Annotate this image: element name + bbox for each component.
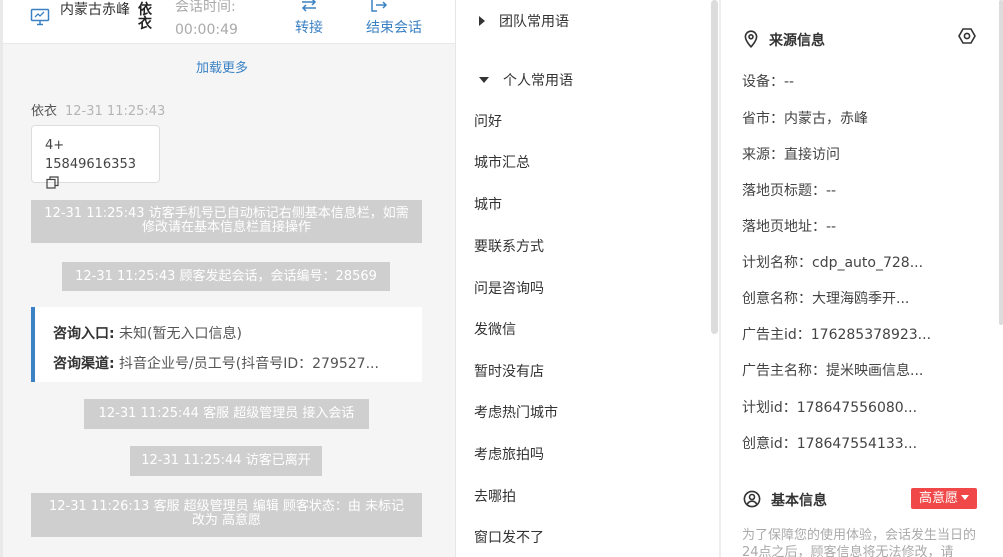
message-meta: 依衣 12-31 11:25:43	[31, 100, 165, 119]
copy-icon[interactable]	[46, 176, 59, 195]
phrase-panel: 团队常用语 个人常用语 问好 城市汇总 城市 要联系方式 问是咨询吗 发微信 暂…	[456, 0, 719, 557]
exit-icon	[359, 0, 429, 17]
phrase-group-team[interactable]: 团队常用语	[479, 11, 569, 31]
phrase-item[interactable]: 问是咨询吗	[474, 278, 544, 298]
transfer-icon	[289, 0, 329, 17]
phrase-item[interactable]: 考虑热门城市	[474, 402, 558, 422]
system-message: 12-31 11:25:44 客服 超级管理员 接入会话	[84, 399, 369, 429]
chat-header: 内蒙古赤峰 依衣 会话时间: 00:00:49 转接 结束会话	[3, 0, 455, 44]
phrase-item[interactable]: 城市	[474, 194, 502, 214]
visitor-message-bubble: 4+ 15849616353	[31, 125, 160, 189]
phrase-item[interactable]: 发微信	[474, 319, 516, 339]
phrase-group-personal[interactable]: 个人常用语	[479, 70, 573, 90]
source-field: 广告主id：176285378923...	[742, 327, 932, 343]
info-panel: 来源信息 设备：-- 省市：内蒙古，赤峰 来源：直接访问 落地页标题：-- 落地…	[721, 0, 1003, 557]
end-session-label: 结束会话	[366, 20, 422, 36]
visitor-name: 依衣	[138, 2, 152, 32]
source-field: 创意名称：大理海鸥季开...	[742, 291, 910, 307]
source-field: 创意id：178647554133...	[742, 436, 918, 452]
phrase-scrollbar[interactable]	[711, 0, 718, 334]
consult-info-card: 咨询入口: 未知(暂无入口信息) 咨询渠道: 抖音企业号/员工号(抖音号ID：2…	[31, 307, 422, 382]
chat-workspace: 内蒙古赤峰 依衣 会话时间: 00:00:49 转接 结束会话 加载更多 依衣 1…	[0, 0, 1003, 557]
session-time-value: 00:00:49	[175, 22, 238, 38]
phrase-group-label: 个人常用语	[503, 73, 573, 89]
phrase-item[interactable]: 暂时没有店	[474, 361, 544, 381]
source-field: 设备：--	[742, 74, 795, 90]
message-time: 12-31 11:25:43	[65, 104, 166, 119]
caret-right-icon	[479, 16, 485, 26]
info-scrollbar[interactable]	[999, 0, 1003, 325]
intent-status-dropdown[interactable]: 高意愿	[911, 488, 977, 509]
phrase-item[interactable]: 去哪拍	[474, 486, 516, 506]
source-field: 落地页地址：--	[742, 219, 837, 235]
source-field: 来源：直接访问	[742, 147, 840, 163]
intent-status-label: 高意愿	[918, 491, 958, 506]
chat-panel-edge	[0, 0, 3, 557]
basic-info-title: 基本信息	[743, 490, 827, 510]
chat-panel: 内蒙古赤峰 依衣 会话时间: 00:00:49 转接 结束会话 加载更多 依衣 1…	[0, 0, 456, 557]
settings-icon[interactable]	[957, 26, 977, 46]
consult-channel-value: 抖音企业号/员工号(抖音号ID：279527...	[114, 356, 379, 372]
system-message: 12-31 11:25:43 顾客发起会话，会话编号：28569	[62, 262, 390, 291]
session-time-label: 会话时间:	[175, 0, 236, 15]
message-phone: 15849616353	[45, 157, 136, 172]
monitor-icon	[30, 8, 50, 26]
load-more-link[interactable]: 加载更多	[196, 57, 248, 76]
caret-down-icon	[479, 77, 489, 83]
phrase-item[interactable]: 要联系方式	[474, 236, 544, 256]
system-message: 12-31 11:26:13 客服 超级管理员 编辑 顾客状态：由 未标记 改为…	[31, 493, 422, 537]
source-field: 计划id：178647556080...	[742, 400, 918, 416]
caret-down-icon	[961, 495, 969, 500]
source-field: 广告主名称：提米映画信息...	[742, 363, 924, 379]
phrase-item[interactable]: 问好	[474, 111, 502, 131]
phrase-group-label: 团队常用语	[499, 14, 569, 30]
edit-notice: 为了保障您的使用体验，会话发生当日的24点之后，顾客信息将无法修改，请	[742, 528, 977, 557]
transfer-button[interactable]: 转接	[289, 0, 329, 37]
consult-channel-label: 咨询渠道:	[53, 356, 115, 372]
phrase-item[interactable]: 考虑旅拍吗	[474, 444, 544, 464]
source-field: 计划名称：cdp_auto_728...	[742, 255, 924, 271]
user-circle-icon	[743, 490, 761, 508]
source-info-label: 来源信息	[769, 33, 825, 49]
transfer-label: 转接	[295, 20, 323, 36]
basic-info-label: 基本信息	[771, 493, 827, 509]
system-message: 12-31 11:25:43 访客手机号已自动标记右侧基本信息栏，如需修改请在基…	[31, 200, 422, 243]
phrase-item[interactable]: 城市汇总	[474, 152, 530, 172]
system-message: 12-31 11:25:44 访客已离开	[130, 446, 322, 476]
phrase-item[interactable]: 窗口发不了	[474, 527, 544, 547]
consult-entry-label: 咨询入口:	[53, 326, 115, 342]
source-field: 落地页标题：--	[742, 183, 837, 199]
consult-entry-value: 未知(暂无入口信息)	[114, 326, 242, 342]
visitor-location: 内蒙古赤峰	[60, 2, 130, 18]
message-sender: 依衣	[31, 104, 58, 119]
message-line: 4+	[45, 138, 65, 153]
source-info-title: 来源信息	[743, 30, 825, 50]
location-pin-icon	[744, 30, 758, 48]
end-session-button[interactable]: 结束会话	[359, 0, 429, 37]
source-field: 省市：内蒙古，赤峰	[742, 111, 868, 127]
